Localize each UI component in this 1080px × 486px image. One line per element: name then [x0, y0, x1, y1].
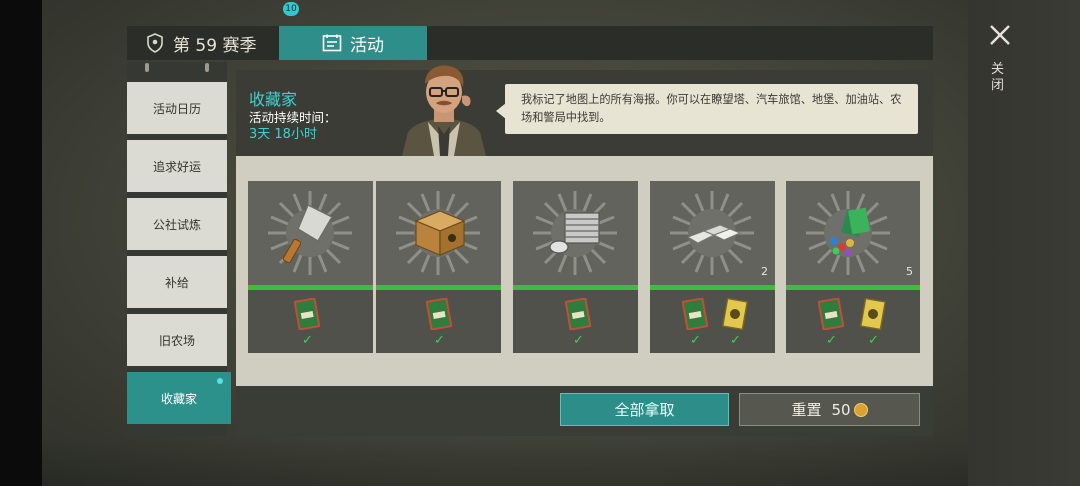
tab-season[interactable]: 第 59 赛季	[127, 26, 277, 60]
reward-item-area	[513, 181, 638, 285]
sidebar-item-supply[interactable]: 补给	[127, 256, 227, 308]
sidebar-item-old-farm[interactable]: 旧农场	[127, 314, 227, 366]
tab-season-label: 第 59 赛季	[173, 35, 257, 56]
checkmark-icon: ✓	[730, 333, 741, 348]
event-duration-value: 3天 18小时	[249, 127, 317, 142]
pin-icon	[145, 63, 149, 72]
sidebar-item-collector[interactable]: 收藏家	[127, 372, 231, 424]
left-dark-edge	[0, 0, 42, 486]
sidebar-item-label: 公社试炼	[152, 217, 201, 232]
green-poster-icon	[565, 298, 591, 330]
claim-all-button[interactable]: 全部拿取	[560, 393, 729, 426]
green-poster-icon	[294, 298, 320, 330]
reward-item-area	[650, 181, 775, 285]
sidebar-item-label: 追求好运	[152, 159, 201, 174]
engine-cylinder-icon	[549, 212, 600, 254]
checkmark-icon: ✓	[868, 333, 879, 348]
tab-activity[interactable]: 活动	[279, 26, 427, 60]
pin-icon	[205, 63, 209, 72]
reset-label: 重置	[791, 401, 822, 419]
sidebar-item-pursue-luck[interactable]: 追求好运	[127, 140, 227, 192]
checkmark-icon: ✓	[573, 333, 584, 348]
sidebar-item-label: 收藏家	[160, 391, 197, 406]
reward-card[interactable]: ✓	[376, 181, 501, 353]
sidebar-item-label: 旧农场	[158, 333, 195, 348]
green-poster-icon	[682, 298, 708, 330]
sidebar-item-label: 补给	[164, 275, 189, 290]
reward-item-area	[376, 181, 501, 285]
metal-ingots-icon	[686, 224, 742, 244]
event-sidebar: 活动日历 追求好运 公社试炼 补给 旧农场 收藏家	[127, 62, 231, 436]
reset-cost-value: 50	[831, 400, 851, 419]
sidebar-item-activity-calendar[interactable]: 活动日历	[127, 82, 227, 134]
close-icon[interactable]	[987, 22, 1013, 48]
reward-count: 5	[906, 265, 913, 278]
top-tab-bar: 第 59 赛季 活动	[127, 26, 933, 60]
reward-card[interactable]: 5 ✓ ✓	[786, 181, 920, 353]
reward-count: 2	[761, 265, 768, 278]
background-shade	[42, 436, 968, 486]
green-poster-icon	[818, 298, 844, 330]
sidebar-item-commune-trial[interactable]: 公社试炼	[127, 198, 227, 250]
reset-button[interactable]: 重置 50	[739, 393, 920, 426]
new-indicator-dot	[217, 378, 223, 384]
checkmark-icon: ✓	[434, 333, 445, 348]
yellow-poster-icon	[860, 298, 886, 330]
collector-npc-portrait	[402, 65, 486, 156]
activity-notification-badge: 10	[283, 2, 299, 16]
reward-requirements	[650, 290, 775, 353]
sidebar-pins	[127, 62, 227, 78]
reward-item-area	[786, 181, 920, 285]
close-label[interactable]: 关闭	[991, 62, 1007, 94]
npc-speech-bubble: 我标记了地图上的所有海报。你可以在瞭望塔、汽车旅馆、地堡、加油站、农场和警局中找…	[496, 84, 918, 134]
sidebar-item-label: 活动日历	[152, 101, 201, 116]
gold-coin-icon	[853, 402, 868, 417]
right-background	[968, 0, 1080, 486]
season-shield-icon	[147, 33, 163, 53]
checkmark-icon: ✓	[690, 333, 701, 348]
reward-requirements	[786, 290, 920, 353]
checkmark-icon: ✓	[302, 333, 313, 348]
checkmark-icon: ✓	[826, 333, 837, 348]
tab-activity-label: 活动	[350, 35, 384, 56]
reset-cost: 50	[831, 400, 868, 419]
yellow-poster-icon	[722, 298, 748, 330]
gems-and-cards-icon	[830, 207, 870, 257]
calendar-list-icon	[322, 34, 342, 52]
reward-item-area	[248, 181, 373, 285]
green-poster-icon	[426, 298, 452, 330]
cardboard-box-icon	[414, 210, 466, 256]
reward-card[interactable]: 2 ✓ ✓	[650, 181, 775, 353]
reward-card[interactable]: ✓	[513, 181, 638, 353]
reward-card[interactable]: ✓	[248, 181, 373, 353]
claim-all-label: 全部拿取	[614, 401, 675, 419]
cleaver-icon	[282, 203, 334, 264]
